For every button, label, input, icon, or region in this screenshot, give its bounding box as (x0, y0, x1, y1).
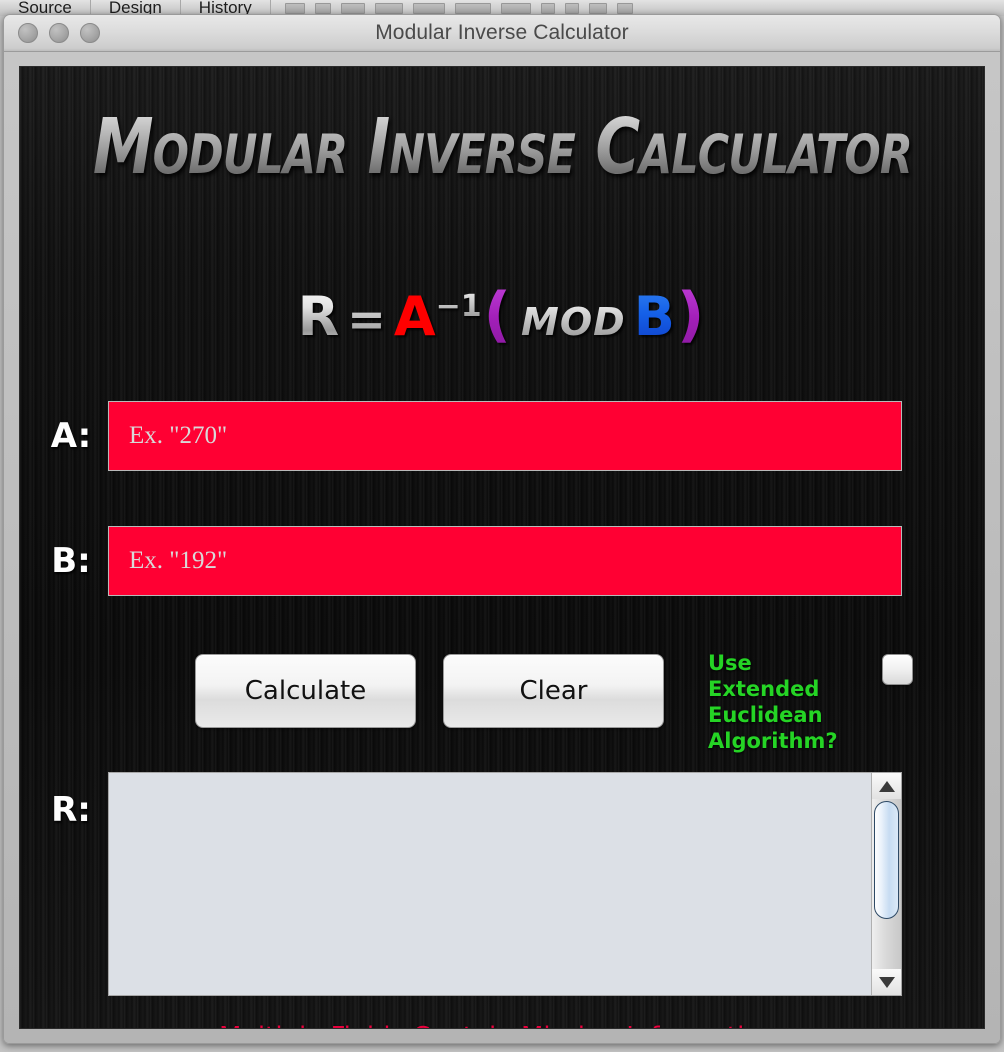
app-logo-title: Modular Inverse Calculator (92, 103, 912, 192)
formula-equals-sign: = (339, 292, 394, 346)
window-title-bar[interactable]: Modular Inverse Calculator (4, 15, 1000, 52)
formula-display: R = A−1(MOD B) (20, 285, 984, 345)
scroll-down-arrow-icon[interactable] (872, 969, 901, 995)
field-label-b: B: (51, 541, 91, 581)
euclidean-option-label: Use Extended Euclidean Algorithm? (708, 651, 838, 753)
formula-exponent: −1 (435, 289, 482, 324)
clear-button[interactable]: Clear (443, 654, 664, 728)
ide-toolbar-icon (412, 2, 445, 14)
result-textarea-container (108, 772, 902, 996)
formula-mod-word: MOD (513, 300, 634, 344)
field-row-b: B: Ex. "192" (34, 526, 902, 596)
ide-toolbar-icon (340, 2, 365, 14)
calculate-button[interactable]: Calculate (195, 654, 416, 728)
ide-toolbar-icon (616, 2, 633, 14)
result-scrollbar[interactable] (871, 773, 901, 995)
formula-result-symbol: R (297, 285, 340, 348)
ide-toolbar-icon (564, 2, 579, 14)
ide-toolbar-icon (284, 2, 305, 14)
euclidean-checkbox[interactable] (882, 654, 913, 685)
formula-open-paren: ( (483, 280, 512, 350)
window-title: Modular Inverse Calculator (375, 21, 629, 44)
ide-toolbar-icon (454, 2, 491, 14)
formula-close-paren: ) (676, 280, 705, 350)
euclidean-option: Use Extended Euclidean Algorithm? (708, 650, 913, 754)
window-controls (18, 23, 100, 43)
ide-toolbar-icon (314, 2, 331, 14)
button-row: Calculate Clear (195, 654, 664, 728)
result-label: R: (51, 790, 91, 830)
calculator-panel: Modular Inverse Calculator R = A−1(MOD B) A… (19, 66, 985, 1029)
result-textarea[interactable] (109, 773, 871, 995)
input-b[interactable]: Ex. "192" (108, 526, 902, 596)
formula-modulus-symbol: B (633, 285, 675, 348)
window-body: Modular Inverse Calculator R = A−1(MOD B) A… (4, 52, 1000, 1043)
scrollbar-thumb[interactable] (874, 801, 899, 919)
ide-toolbar-icon (588, 2, 607, 14)
field-row-a: A: Ex. "270" (34, 401, 902, 471)
field-label-a: A: (50, 416, 92, 456)
scroll-up-arrow-icon[interactable] (872, 773, 901, 799)
ide-toolbar-icon (374, 2, 403, 14)
status-message: Multiple Fields Contain Missing Informat… (20, 1022, 984, 1028)
minimize-button[interactable] (49, 23, 69, 43)
formula-base-symbol: A (393, 285, 436, 348)
ide-toolbar-icon (540, 2, 555, 14)
close-button[interactable] (18, 23, 38, 43)
zoom-button[interactable] (80, 23, 100, 43)
app-logo: Modular Inverse Calculator (20, 103, 984, 192)
application-window: Modular Inverse Calculator Modular Inver… (3, 14, 1001, 1044)
ide-toolbar-icon (500, 2, 531, 14)
result-row: R: (34, 772, 902, 996)
scrollbar-track[interactable] (872, 799, 901, 969)
input-a[interactable]: Ex. "270" (108, 401, 902, 471)
